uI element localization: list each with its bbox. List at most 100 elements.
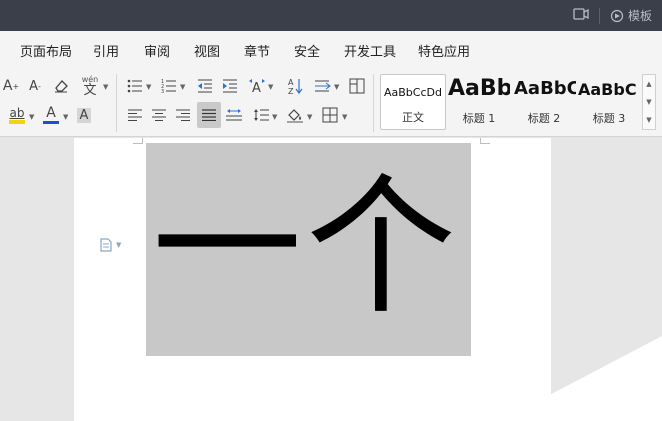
svg-text:A: A [252, 81, 261, 94]
outdent-icon [198, 79, 212, 93]
menu-developer-tools[interactable]: 开发工具 [344, 41, 396, 60]
sort-button[interactable]: AZ [284, 75, 306, 97]
clear-format-button[interactable] [50, 75, 72, 97]
align-center-button[interactable] [148, 104, 170, 126]
ribbon-separator [373, 74, 374, 132]
numbered-list-icon: 123 [161, 79, 176, 93]
align-left-button[interactable] [124, 104, 146, 126]
style-sample: AaBbC [514, 78, 576, 99]
styles-gallery-scroll[interactable]: ▲ ▼ ▼ [642, 74, 656, 130]
decrease-font-size-button[interactable]: A- [24, 75, 46, 97]
text-direction-icon: A [249, 79, 265, 94]
paragraph-handle-chevron-icon: ▼ [116, 241, 122, 249]
document-canvas[interactable]: ▼ 一个 [0, 138, 662, 421]
title-bar: 模板 [0, 0, 662, 31]
style-heading-3[interactable]: AaBbC 标题 3 [578, 74, 640, 130]
spacing-dropdown-chevron-icon[interactable]: ▼ [334, 83, 339, 91]
line-spacing-dropdown-chevron-icon[interactable]: ▼ [272, 113, 277, 121]
screen-record-icon[interactable] [573, 7, 589, 24]
text-direction-button[interactable]: A [246, 75, 268, 97]
style-label: 正文 [402, 111, 424, 124]
menu-view[interactable]: 视图 [194, 41, 220, 60]
text-box-button[interactable] [346, 75, 368, 97]
numbered-list-dropdown-chevron-icon[interactable]: ▼ [180, 83, 185, 91]
font-color-dropdown-chevron-icon[interactable]: ▼ [63, 113, 68, 121]
justify-icon [202, 109, 216, 121]
style-heading-1[interactable]: AaBb 标题 1 [448, 74, 510, 130]
paragraph-spacing-icon [315, 80, 331, 92]
highlight-button[interactable]: ab [6, 104, 28, 126]
menu-special-apps[interactable]: 特色应用 [418, 41, 470, 60]
style-label: 标题 2 [527, 112, 561, 125]
ribbon-toolbar: A+ A- wén 文 ▼ ab ▼ A ▼ A ▼ 123 ▼ A ▼ A [0, 68, 662, 137]
menu-security[interactable]: 安全 [294, 41, 320, 60]
style-label: 标题 3 [592, 112, 626, 125]
menu-bar: 页面布局 引用 审阅 视图 章节 安全 开发工具 特色应用 [0, 31, 662, 68]
content-text: 一个 [152, 161, 461, 335]
bullet-list-button[interactable] [124, 75, 146, 97]
paint-bucket-icon [287, 109, 303, 123]
font-color-bar [43, 121, 59, 124]
phonetic-dropdown-chevron-icon[interactable]: ▼ [103, 83, 108, 91]
styles-gallery: AaBbCcDd 正文 AaBb 标题 1 AaBbC 标题 2 AaBbC 标… [380, 74, 642, 130]
svg-text:3: 3 [161, 89, 164, 93]
font-color-label: A [46, 105, 56, 121]
gallery-down-icon[interactable]: ▼ [646, 98, 651, 106]
eraser-icon [55, 80, 68, 93]
text-direction-dropdown-chevron-icon[interactable]: ▼ [268, 83, 273, 91]
content-image[interactable]: 一个 [146, 143, 471, 356]
margin-corner-mark [133, 138, 143, 144]
style-heading-2[interactable]: AaBbC 标题 2 [512, 74, 576, 130]
distributed-align-button[interactable] [223, 104, 245, 126]
align-center-icon [152, 109, 166, 121]
distributed-align-icon [226, 109, 242, 121]
decrease-indent-button[interactable] [194, 75, 216, 97]
highlight-label: ab [9, 105, 25, 120]
highlight-dropdown-chevron-icon[interactable]: ▼ [29, 113, 34, 121]
document-icon [100, 238, 112, 252]
title-bar-right: 模板 [573, 0, 652, 31]
style-normal[interactable]: AaBbCcDd 正文 [380, 74, 446, 130]
menu-references[interactable]: 引用 [93, 41, 119, 60]
align-right-button[interactable] [172, 104, 194, 126]
text-box-icon [349, 78, 365, 94]
title-bar-separator [598, 7, 600, 24]
template-icon [610, 9, 624, 22]
decrease-font-icon: A [29, 78, 38, 94]
gallery-more-icon[interactable]: ▼ [646, 116, 651, 124]
bullet-list-icon [127, 79, 142, 93]
line-paragraph-spacing-button[interactable] [312, 75, 334, 97]
align-left-icon [128, 109, 142, 121]
line-spacing-button[interactable] [250, 104, 272, 126]
justify-button[interactable] [197, 102, 221, 128]
template-label: 模板 [627, 9, 652, 23]
shading-button[interactable] [284, 104, 306, 126]
menu-section[interactable]: 章节 [244, 41, 270, 60]
style-sample: AaBb [448, 76, 510, 101]
menu-review[interactable]: 审阅 [144, 41, 170, 60]
indent-icon [223, 79, 237, 93]
bullet-list-dropdown-chevron-icon[interactable]: ▼ [146, 83, 151, 91]
borders-dropdown-chevron-icon[interactable]: ▼ [342, 113, 347, 121]
menu-page-layout[interactable]: 页面布局 [20, 41, 72, 60]
character-shading-button[interactable]: A [73, 104, 95, 126]
style-sample: AaBbCcDd [384, 86, 442, 99]
style-label: 标题 1 [462, 112, 496, 125]
font-color-button[interactable]: A [40, 104, 62, 126]
increase-font-size-button[interactable]: A + [0, 75, 22, 97]
numbered-list-button[interactable]: 123 [158, 75, 180, 97]
increase-font-icon: A [2, 78, 13, 94]
gallery-up-icon[interactable]: ▲ [646, 80, 651, 88]
align-right-icon [176, 109, 190, 121]
shading-dropdown-chevron-icon[interactable]: ▼ [307, 113, 312, 121]
ribbon-separator [116, 74, 117, 132]
template-button[interactable]: 模板 [610, 7, 652, 24]
svg-text:Z: Z [288, 87, 294, 95]
sort-az-icon: AZ [288, 78, 303, 95]
increase-indent-button[interactable] [219, 75, 241, 97]
style-sample: AaBbC [578, 80, 637, 99]
borders-button[interactable] [319, 104, 341, 126]
phonetic-guide-button[interactable]: wén 文 [78, 73, 102, 99]
paragraph-handle[interactable]: ▼ [100, 238, 121, 252]
character-shading-label: A [76, 107, 92, 123]
